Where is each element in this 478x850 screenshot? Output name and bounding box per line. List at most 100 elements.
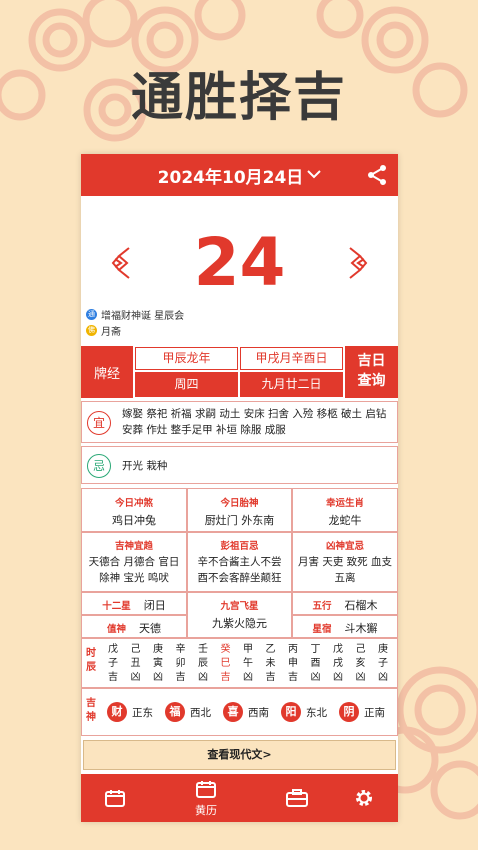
jiugong-label: 九宫飞星 bbox=[220, 601, 259, 612]
hour-char: 酉 bbox=[310, 658, 321, 669]
peijing-label[interactable]: 牌经 bbox=[81, 346, 133, 398]
wuxing-value: 石榴木 bbox=[344, 599, 378, 612]
hour-char: 寅 bbox=[153, 658, 163, 669]
zhishen-value: 天德 bbox=[139, 622, 162, 635]
gods-row: 吉 神 财正东福西北喜西南阳东北阴正南 bbox=[81, 688, 398, 736]
xingxiu-value: 斗木獬 bbox=[344, 622, 378, 635]
hour-char: 吉 bbox=[175, 672, 186, 683]
hour-char: 戊 bbox=[333, 644, 343, 655]
jiri-line1: 吉日 bbox=[357, 353, 386, 369]
phone-screen: 2024年10月24日 24 通 增福财神诞 星辰会 佛 月斋 牌经 甲辰龙年 … bbox=[81, 154, 398, 822]
hour-char: 凶 bbox=[378, 672, 388, 683]
god-badge-icon: 喜 bbox=[223, 702, 243, 722]
jishen-label: 吉神宜趋 bbox=[114, 541, 153, 552]
hour-char: 甲 bbox=[243, 644, 253, 655]
shengxiao-label: 幸运生肖 bbox=[325, 498, 364, 509]
yi-text: 嫁娶 祭祀 祈福 求嗣 动土 安床 扫舍 入殓 移柩 破土 启钻 安葬 作灶 整… bbox=[122, 408, 387, 436]
jiugong-value: 九紫火隐元 bbox=[212, 617, 267, 630]
toolbox-icon bbox=[286, 789, 308, 807]
hour-char: 癸 bbox=[220, 644, 231, 655]
hours-row: 时 辰 戊子吉己丑凶庚寅凶辛卯吉壬辰凶癸巳吉甲午凶乙未吉丙申吉丁酉凶戊戌凶己亥凶… bbox=[81, 638, 398, 688]
hour-column: 戊子吉 bbox=[104, 643, 122, 685]
hour-char: 己 bbox=[130, 644, 141, 655]
hour-char: 凶 bbox=[153, 672, 163, 683]
hour-char: 辰 bbox=[198, 658, 208, 669]
god-direction: 东北 bbox=[306, 707, 327, 719]
jianchu-value: 闭日 bbox=[143, 599, 166, 612]
hour-char: 辛 bbox=[175, 644, 186, 655]
xiongshen-value: 月害 天吏 致死 血支 五离 bbox=[297, 556, 392, 584]
hour-column: 庚子凶 bbox=[374, 643, 392, 685]
nav-settings[interactable] bbox=[334, 774, 394, 822]
date-selector[interactable]: 2024年10月24日 bbox=[158, 163, 304, 188]
hour-char: 凶 bbox=[130, 672, 141, 683]
hour-char: 凶 bbox=[243, 672, 253, 683]
hour-column: 乙未吉 bbox=[262, 643, 280, 685]
hour-char: 庚 bbox=[378, 644, 388, 655]
hour-char: 丁 bbox=[310, 644, 321, 655]
god-direction: 西南 bbox=[248, 707, 269, 719]
hour-char: 凶 bbox=[198, 672, 208, 683]
jiugong-cell: 九宫飞星 九紫火隐元 bbox=[187, 592, 292, 638]
share-icon[interactable] bbox=[366, 164, 388, 186]
nav-toolbox[interactable] bbox=[267, 774, 327, 822]
hour-column: 辛卯吉 bbox=[172, 643, 190, 685]
day-display: 24 bbox=[81, 196, 398, 306]
festival-text: 月斋 bbox=[101, 326, 121, 338]
header-bar: 2024年10月24日 bbox=[81, 154, 398, 196]
hour-char: 凶 bbox=[310, 672, 321, 683]
hours-label: 时 辰 bbox=[86, 647, 100, 675]
hour-char: 庚 bbox=[153, 644, 163, 655]
jishen-cell: 吉神宜趋 天德合 月德合 官日 除神 宝光 鸣吠 bbox=[81, 532, 187, 592]
god-badge-icon: 福 bbox=[165, 702, 185, 722]
chongsha-value: 鸡日冲兔 bbox=[112, 514, 156, 527]
wuxing-cell: 五行 石榴木 bbox=[292, 592, 398, 615]
jiri-query-button[interactable]: 吉日 查询 bbox=[345, 346, 398, 398]
hour-char: 丑 bbox=[130, 658, 141, 669]
god-direction: 西北 bbox=[190, 707, 211, 719]
nav-almanac[interactable]: 黄历 bbox=[176, 774, 236, 822]
weekday: 周四 bbox=[135, 372, 238, 397]
pengzu-label: 彭祖百忌 bbox=[220, 541, 259, 552]
chongsha-label: 今日冲煞 bbox=[114, 498, 153, 509]
hour-column: 丁酉凶 bbox=[307, 643, 325, 685]
hour-char: 己 bbox=[355, 644, 366, 655]
xiongshen-label: 凶神宜忌 bbox=[325, 541, 364, 552]
hours-label-1: 时 bbox=[86, 648, 96, 659]
hour-char: 凶 bbox=[333, 672, 343, 683]
nav-calendar[interactable] bbox=[85, 774, 145, 822]
yi-icon: 宜 bbox=[87, 411, 111, 435]
hour-column: 丙申吉 bbox=[284, 643, 302, 685]
xingxiu-cell: 星宿 斗木獬 bbox=[292, 615, 398, 638]
lunar-date: 九月廿二日 bbox=[240, 372, 343, 397]
jishen-value: 天德合 月德合 官日 除神 宝光 鸣吠 bbox=[88, 556, 180, 584]
jianchu-cell: 十二星 闭日 bbox=[81, 592, 187, 615]
hour-column: 癸巳吉 bbox=[217, 643, 235, 685]
view-modern-text-button[interactable]: 查看现代文> bbox=[83, 740, 396, 770]
bottom-nav: 黄历 bbox=[81, 774, 398, 822]
almanac-icon bbox=[196, 781, 216, 798]
wuxing-label: 五行 bbox=[312, 601, 332, 612]
shengxiao-cell: 幸运生肖 龙蛇牛 bbox=[292, 488, 398, 532]
yi-section: 宜 嫁娶 祭祀 祈福 求嗣 动土 安床 扫舍 入殓 移柩 破土 启钻 安葬 作灶… bbox=[81, 401, 398, 443]
hour-char: 午 bbox=[243, 658, 253, 669]
buddhist-badge-icon: 佛 bbox=[86, 324, 97, 336]
hour-char: 吉 bbox=[220, 672, 231, 683]
god-badge-icon: 阴 bbox=[339, 702, 359, 722]
shengxiao-value: 龙蛇牛 bbox=[328, 514, 362, 527]
xiongshen-cell: 凶神宜忌 月害 天吏 致死 血支 五离 bbox=[292, 532, 398, 592]
chevron-down-icon[interactable] bbox=[307, 167, 322, 183]
hour-char: 未 bbox=[265, 658, 276, 669]
hour-char: 乙 bbox=[265, 644, 276, 655]
ornament-right-icon bbox=[349, 247, 368, 279]
hour-column: 己丑凶 bbox=[127, 643, 145, 685]
jianchu-label: 十二星 bbox=[102, 601, 131, 612]
gods-label: 吉 神 bbox=[86, 697, 100, 725]
hour-char: 巳 bbox=[220, 658, 231, 669]
zhishen-cell: 值神 天德 bbox=[81, 615, 187, 638]
hour-char: 凶 bbox=[355, 672, 366, 683]
page-title: 通胜择吉 bbox=[130, 68, 347, 128]
hour-column: 甲午凶 bbox=[239, 643, 257, 685]
festival-row: 佛 月斋 bbox=[81, 322, 398, 338]
taishen-label: 今日胎神 bbox=[220, 498, 259, 509]
